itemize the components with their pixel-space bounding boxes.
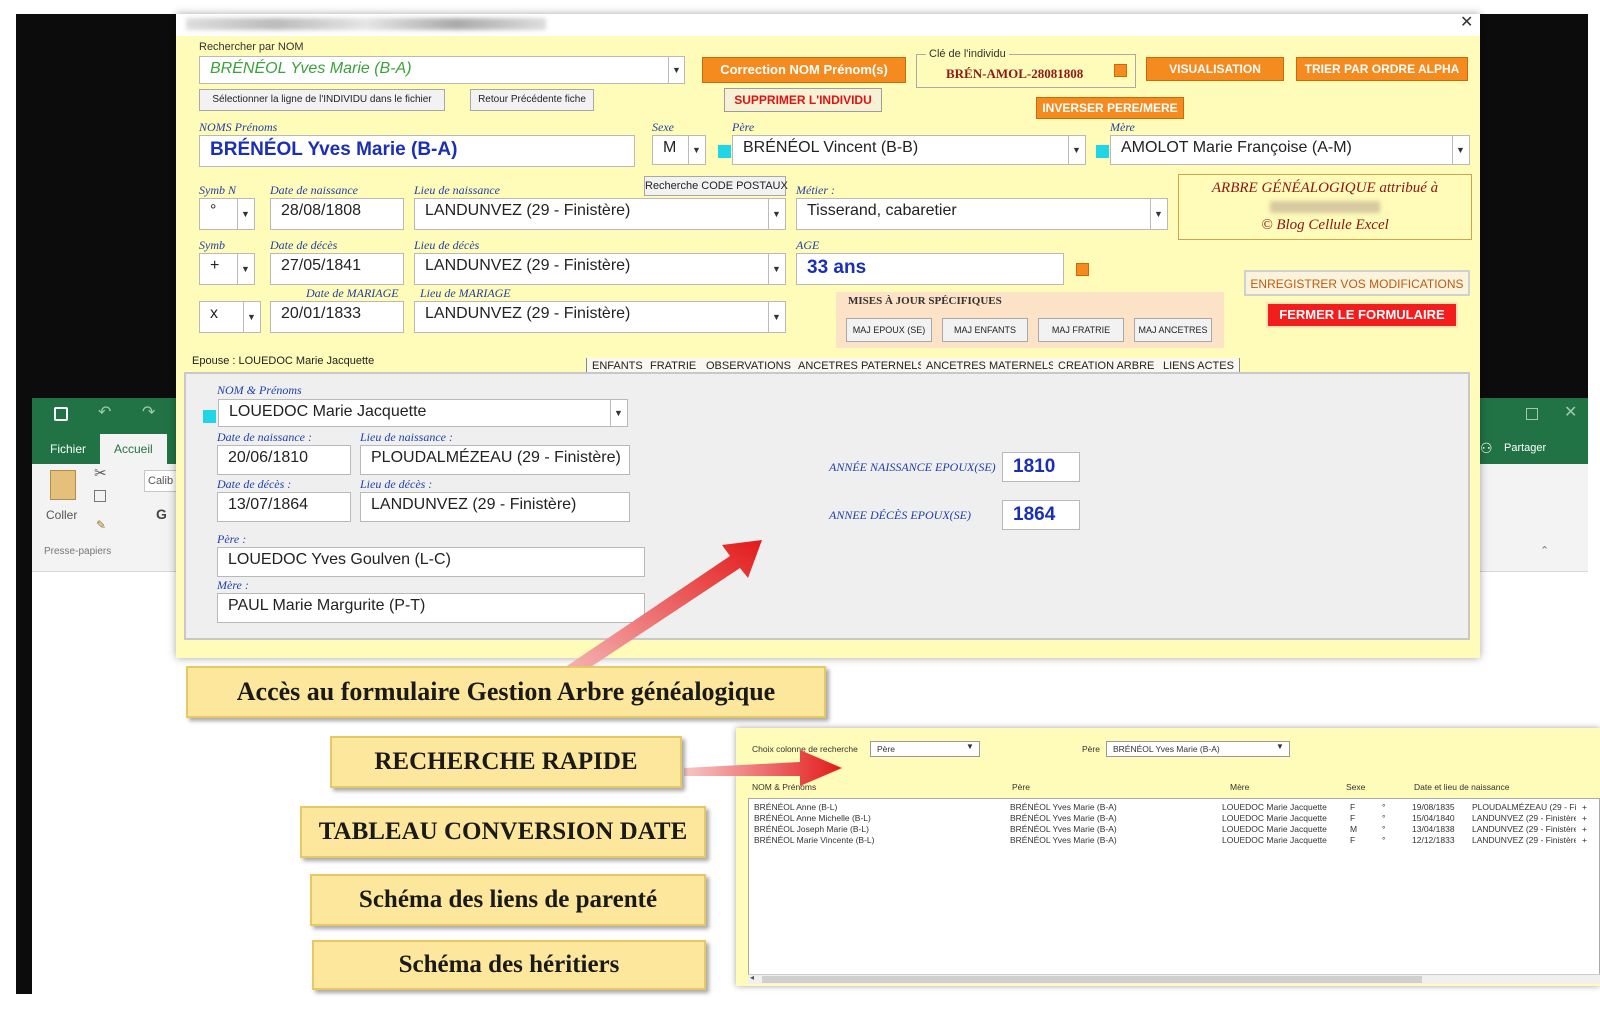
callout-tableau-conversion: TABLEAU CONVERSION DATE <box>300 806 706 858</box>
callout-schema-heritiers: Schéma des héritiers <box>312 940 706 990</box>
callout-recherche-rapide: RECHERCHE RAPIDE <box>330 736 682 788</box>
callout-acces-formulaire: Accès au formulaire Gestion Arbre généal… <box>186 666 826 718</box>
arrows-overlay <box>546 540 842 786</box>
callout-schema-liens: Schéma des liens de parenté <box>310 874 706 926</box>
arrow-to-search <box>684 750 842 786</box>
